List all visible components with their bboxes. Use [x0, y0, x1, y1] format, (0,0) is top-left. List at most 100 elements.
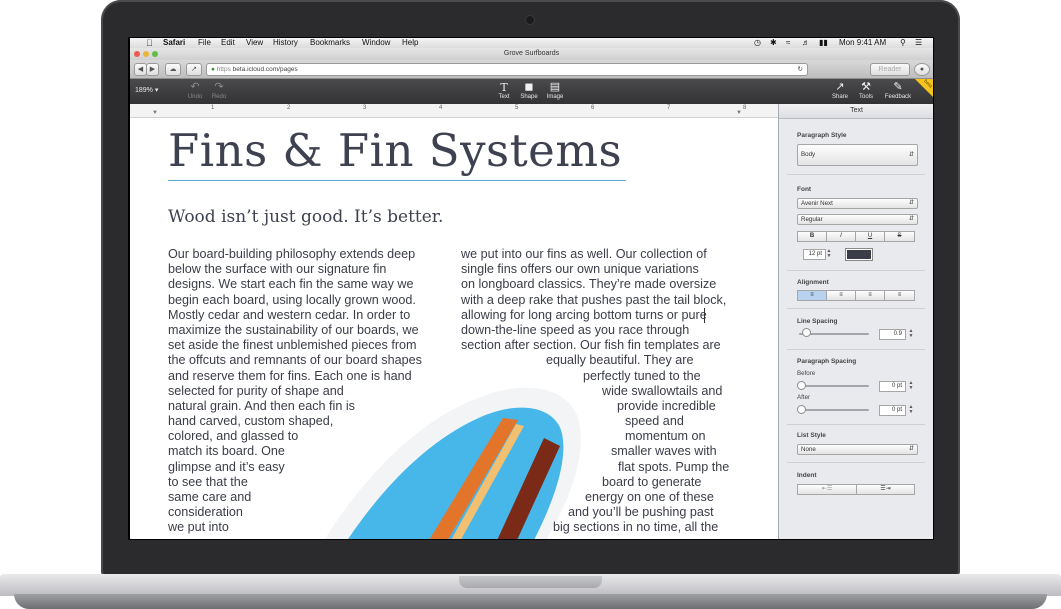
document-subheading[interactable]: Wood isn’t just good. It’s better.	[168, 207, 443, 227]
downloads-button[interactable]: ●	[914, 63, 930, 76]
menu-window[interactable]: Window	[362, 38, 390, 48]
url-protocol: https	[216, 66, 231, 73]
reader-button[interactable]: Reader	[870, 63, 910, 76]
body-line: same care and	[168, 490, 252, 504]
font-size-field[interactable]: 12 pt	[803, 249, 826, 260]
minimize-window-button[interactable]	[143, 51, 149, 57]
after-spacing-slider[interactable]	[799, 409, 869, 411]
redo-button[interactable]: ↷ Redo	[210, 81, 228, 100]
insert-text-button[interactable]: T Text	[495, 81, 513, 100]
document-heading[interactable]: Fins & Fin Systems	[168, 124, 622, 177]
body-line: perfectly tuned to the	[583, 368, 701, 383]
body-line: speed and	[625, 414, 684, 429]
menu-file[interactable]: File	[198, 38, 211, 48]
insert-shape-button[interactable]: ◼ Shape	[518, 81, 540, 100]
underline-button[interactable]: U	[855, 231, 885, 242]
line-spacing-stepper[interactable]: ▲ ▼	[908, 329, 914, 340]
popup-arrows-icon: ⇵	[908, 200, 914, 206]
right-margin-marker[interactable]: ▼	[736, 110, 742, 116]
body-line: single fins offers our own unique variat…	[461, 262, 699, 277]
body-line: big sections in no time, all the	[553, 520, 719, 535]
menu-view[interactable]: View	[246, 38, 263, 48]
before-spacing-field[interactable]: 0 pt	[879, 381, 906, 392]
spotlight-icon[interactable]: ⚲	[900, 38, 906, 48]
before-spacing-stepper[interactable]: ▲ ▼	[908, 381, 914, 392]
before-spacing-slider[interactable]	[799, 385, 869, 387]
before-spacing-slider-knob[interactable]	[797, 381, 806, 390]
left-margin-marker[interactable]: ▼	[152, 110, 158, 116]
battery-icon[interactable]: ▮▮	[819, 38, 828, 48]
popup-arrows-icon: ⇵	[908, 446, 914, 452]
after-spacing-stepper[interactable]: ▲ ▼	[908, 405, 914, 416]
share-button[interactable]: ↗ Share	[830, 81, 850, 100]
menu-help[interactable]: Help	[402, 38, 418, 48]
horizontal-ruler[interactable]: 1 2 3 4 5 6 7 8 ▼ ▼	[130, 104, 778, 118]
bluetooth-icon[interactable]: ✱	[770, 38, 777, 48]
after-spacing-field[interactable]: 0 pt	[879, 405, 906, 416]
icloud-tabs-button[interactable]: ☁	[165, 63, 181, 76]
zoom-menu[interactable]: 189% ▾	[135, 86, 158, 94]
strikethrough-button[interactable]: S	[884, 231, 915, 242]
forward-button[interactable]: ▶	[146, 63, 159, 76]
decrease-indent-button[interactable]: ⇤☰	[797, 484, 857, 495]
align-center-button[interactable]: ≡	[826, 290, 856, 301]
reload-icon[interactable]: ↻	[798, 64, 803, 75]
italic-button[interactable]: I	[826, 231, 856, 242]
redo-label: Redo	[211, 94, 227, 100]
paragraph-style-popup[interactable]: Body ⇵	[797, 144, 918, 166]
body-line: wide swallowtails and	[602, 383, 723, 398]
safari-toolbar: ◀ ▶ ☁ ↗ ● https beta.icloud.com/pages ↻ …	[130, 60, 933, 79]
zoom-window-button[interactable]	[152, 51, 158, 57]
align-right-button[interactable]: ≡	[855, 290, 885, 301]
window-title: Grove Surfboards	[503, 50, 560, 57]
popup-arrows-icon: ⇵	[908, 152, 914, 158]
line-spacing-field[interactable]: 0.9	[879, 329, 906, 340]
list-style-popup[interactable]: None ⇵	[797, 444, 918, 455]
list-style-label: List Style	[797, 432, 826, 439]
text-column-right[interactable]: we put into our fins as well. Our collec…	[461, 247, 729, 536]
body-line: we put into	[168, 520, 229, 535]
text-column-left[interactable]: Our board-building philosophy extends de…	[168, 247, 422, 536]
share-label: Share	[831, 94, 848, 100]
menu-bookmarks[interactable]: Bookmarks	[310, 38, 350, 48]
share-page-button[interactable]: ↗	[186, 63, 202, 76]
menu-edit[interactable]: Edit	[221, 38, 235, 48]
body-line: the offcuts and remnants of our board sh…	[168, 353, 422, 368]
align-left-button[interactable]: ≡	[797, 290, 827, 301]
insert-image-button[interactable]: ▤ Image	[544, 81, 566, 100]
undo-button[interactable]: ↶ Undo	[186, 81, 204, 100]
wifi-icon[interactable]: ≈	[786, 38, 790, 48]
url-field[interactable]: ● https beta.icloud.com/pages ↻	[206, 63, 808, 76]
increase-indent-button[interactable]: ☰⇥	[856, 484, 915, 495]
ruler-tick: 3	[363, 105, 367, 111]
before-label: Before	[797, 370, 816, 377]
document-canvas[interactable]: Fins & Fin Systems Wood isn’t just good.…	[130, 118, 778, 539]
notification-center-icon[interactable]: ☰	[915, 38, 922, 48]
body-line: with a deep rake that pushes past the ta…	[461, 292, 727, 307]
volume-icon[interactable]: ♬	[802, 38, 810, 48]
font-weight-value: Regular	[801, 216, 823, 223]
font-family-popup[interactable]: Avenir Next ⇵	[797, 198, 918, 209]
body-line: and you’ll be pushing past	[568, 505, 714, 520]
inspector-title: Text	[779, 104, 933, 119]
menu-history[interactable]: History	[273, 38, 298, 48]
justify-button[interactable]: ≡	[884, 290, 915, 301]
after-spacing-slider-knob[interactable]	[797, 405, 806, 414]
feedback-button[interactable]: ✎ Feedback	[882, 81, 914, 100]
text-color-well[interactable]	[845, 248, 873, 261]
menu-clock[interactable]: Mon 9:41 AM	[839, 38, 886, 48]
font-size-stepper[interactable]: ▲ ▼	[826, 249, 832, 260]
bold-button[interactable]: B	[797, 231, 827, 242]
close-window-button[interactable]	[134, 51, 140, 57]
image-label: Image	[546, 94, 564, 100]
menu-app-safari[interactable]: Safari	[163, 38, 185, 48]
time-machine-icon[interactable]: ◷	[754, 38, 761, 48]
paragraph-style-label: Paragraph Style	[797, 132, 847, 139]
tools-button[interactable]: ⚒ Tools	[856, 81, 876, 100]
apple-icon[interactable]: 	[146, 38, 153, 48]
ruler-tick: 7	[667, 105, 671, 111]
body-line: set aside the finest unblemished pieces …	[168, 338, 417, 353]
font-weight-popup[interactable]: Regular ⇵	[797, 214, 918, 225]
zoom-value: 189%	[135, 87, 153, 94]
line-spacing-slider-knob[interactable]	[802, 328, 811, 337]
